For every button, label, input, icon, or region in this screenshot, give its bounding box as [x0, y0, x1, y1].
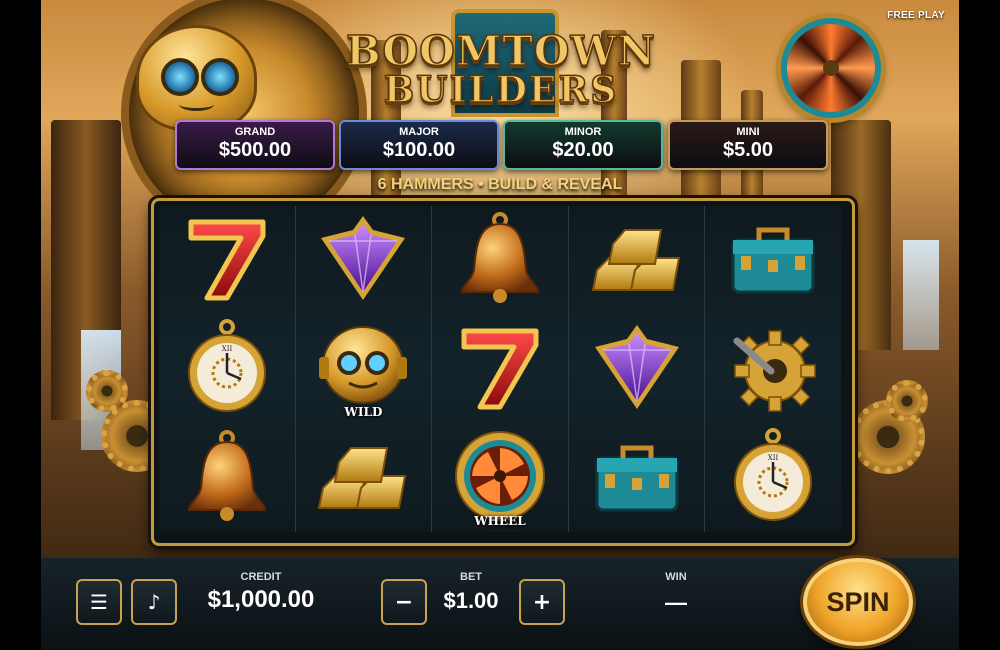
seven-icon — [450, 317, 550, 421]
reel-cell — [159, 423, 295, 532]
minus-icon: − — [394, 589, 414, 615]
reel-cell — [296, 423, 432, 532]
reel-cell: XII — [159, 315, 295, 424]
gold-bars-icon — [313, 426, 413, 530]
reel-column: WILD — [295, 206, 433, 532]
win-label: WIN — [665, 571, 687, 583]
menu-icon: ☰ — [90, 590, 108, 614]
diamond-icon — [313, 208, 413, 312]
reel-cell — [432, 206, 568, 315]
bet-value: $1.00 — [443, 588, 499, 613]
robot-mascot — [136, 25, 257, 131]
jackpot-name: MINI — [736, 126, 760, 138]
gear-wrench-icon — [723, 317, 823, 421]
reel-cell — [705, 206, 841, 315]
jackpot-name: MAJOR — [399, 126, 439, 138]
jackpot-major: MAJOR $100.00 — [339, 120, 499, 170]
jackpot-mini: MINI $5.00 — [668, 120, 828, 170]
bet-increase-button[interactable]: + — [519, 579, 565, 625]
reel-cell — [705, 315, 841, 424]
pocket-watch-icon: XII — [177, 317, 277, 421]
control-bar: ☰ ♪ CREDIT $1,000.00 − BET $1.00 + WIN —… — [41, 558, 959, 650]
reel-grid: XII WILD WHEEL XII — [159, 206, 841, 532]
symbol-label: WILD — [344, 405, 383, 420]
jackpot-value: $20.00 — [552, 139, 614, 161]
gold-bars-icon — [587, 208, 687, 312]
reel-cell: WHEEL — [432, 423, 568, 532]
spin-label: SPIN — [826, 586, 890, 617]
reel-cell — [296, 206, 432, 315]
logo-title-line1: BOOMTOWN — [345, 26, 656, 76]
reel-cell — [159, 206, 295, 315]
game-logo: BOOMTOWN BUILDERS — [341, 5, 661, 117]
music-note-icon: ♪ — [147, 590, 161, 614]
win-value: — — [665, 590, 687, 615]
jackpot-bar: GRAND $500.00 MAJOR $100.00 MINOR $20.00… — [175, 120, 828, 170]
reel-cell — [569, 423, 705, 532]
reel-column: XII — [159, 206, 296, 532]
reel-column: XII — [705, 206, 841, 532]
sound-button[interactable]: ♪ — [131, 579, 177, 625]
bet-label: BET — [460, 571, 482, 583]
reel-cell: XII — [705, 423, 841, 532]
jackpot-value: $5.00 — [722, 139, 774, 161]
spin-button[interactable]: SPIN — [803, 558, 913, 646]
svg-text:XII: XII — [768, 454, 779, 462]
reel-cell: WILD — [296, 315, 432, 424]
diamond-icon — [587, 317, 687, 421]
porthole-wheel-icon — [781, 18, 881, 118]
reel-cell — [432, 315, 568, 424]
jackpot-name: GRAND — [234, 126, 276, 138]
pocket-watch-icon: XII — [723, 426, 823, 530]
bell-icon — [450, 208, 550, 312]
credit-label: CREDIT — [240, 571, 282, 583]
game-stage: FREE PLAY BOOMTOWN BUILDERS GRAND $500.0… — [41, 0, 959, 650]
reel-column — [568, 206, 706, 532]
svg-text:XII: XII — [222, 345, 233, 353]
reel-cell — [569, 206, 705, 315]
free-play-badge: FREE PLAY — [887, 10, 945, 21]
jackpot-minor: MINOR $20.00 — [503, 120, 663, 170]
jackpot-grand: GRAND $500.00 — [175, 120, 335, 170]
jackpot-value: $100.00 — [382, 139, 456, 161]
jackpot-value: $500.00 — [218, 139, 292, 161]
plus-icon: + — [532, 589, 552, 615]
menu-button[interactable]: ☰ — [76, 579, 122, 625]
bell-icon — [177, 426, 277, 530]
symbol-label: WHEEL — [474, 514, 526, 529]
bet-decrease-button[interactable]: − — [381, 579, 427, 625]
reel-column: WHEEL — [432, 206, 569, 532]
feature-banner: 6 HAMMERS • BUILD & REVEAL — [377, 176, 623, 193]
reel-cell — [569, 315, 705, 424]
logo-title-line2: BUILDERS — [383, 68, 619, 112]
jackpot-name: MINOR — [564, 126, 602, 138]
toolbox-icon — [587, 426, 687, 530]
seven-icon — [177, 208, 277, 312]
credit-value: $1,000.00 — [207, 586, 315, 613]
toolbox-icon — [723, 208, 823, 312]
